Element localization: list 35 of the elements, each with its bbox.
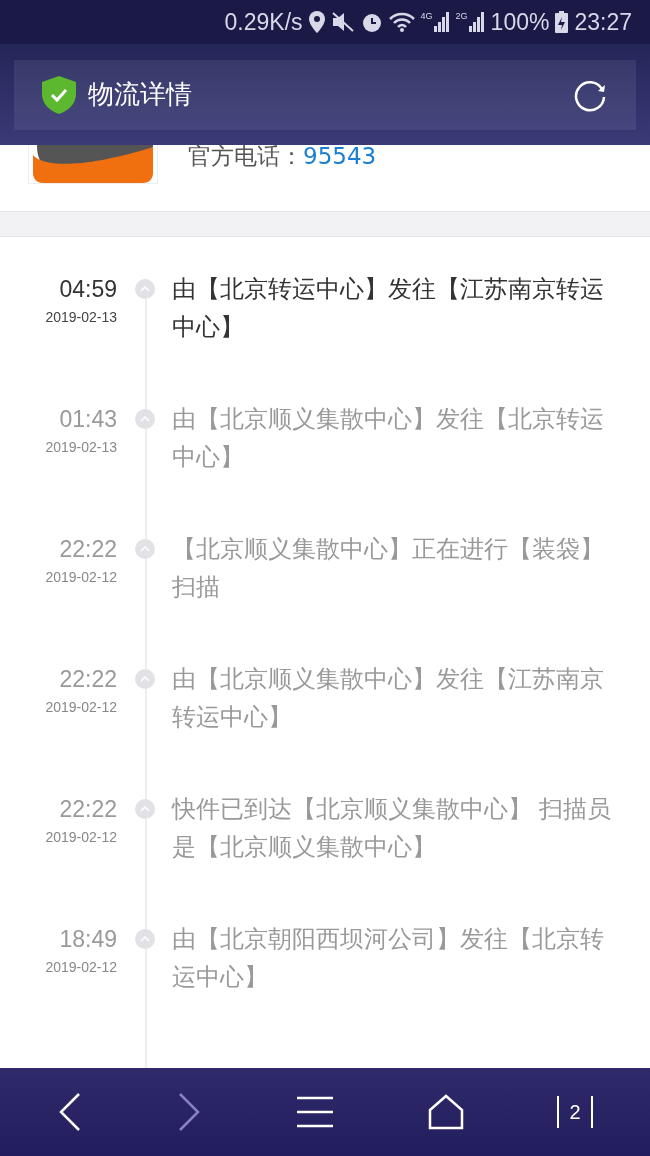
event-date: 2019-02-12 [44,829,117,845]
phone-info: 官方电话：95543 [188,142,377,171]
mute-icon [330,11,355,33]
event-date: 2019-02-13 [44,439,117,455]
signal-icon [433,12,450,32]
network-label: 4G [420,12,433,21]
event-description: 由【北京转运中心】发往【江苏南京转运中心】 [172,274,605,343]
battery-icon [555,11,569,33]
wifi-icon [388,12,415,32]
event-description: 【北京顺义集散中心】正在进行【装袋】扫描 [172,534,605,603]
shield-check-icon [42,75,76,114]
event-time: 22:22 [58,665,117,694]
event-date: 2019-02-12 [44,959,117,975]
alarm-icon [360,11,383,33]
event-time: 22:22 [58,795,117,824]
page-title: 物流详情 [88,78,193,111]
event-description: 由【北京顺义集散中心】发往【江苏南京转运中心】 [172,664,605,733]
phone-link[interactable]: 95543 [303,143,377,169]
event-date: 2019-02-12 [44,699,117,715]
event-date: 2019-02-13 [44,309,117,325]
tabs-button[interactable]: 2 [551,1090,600,1134]
battery-percent: 100% [490,8,550,36]
clock-time: 23:27 [574,8,632,36]
network-speed: 0.29K/s [224,8,303,36]
event-description: 由【北京朝阳西坝河公司】发往【北京转运中心】 [172,924,605,993]
network-label: 2G [455,12,468,21]
event-time: 18:49 [58,925,117,954]
event-description: 快件已到达【北京顺义集散中心】 扫描员是【北京顺义集散中心】 [172,794,612,863]
event-time: 22:22 [58,535,117,564]
event-description: 由【北京顺义集散中心】发往【北京转运中心】 [172,404,605,473]
event-time: 01:43 [58,405,117,434]
signal-icon [468,12,485,32]
location-icon [308,11,325,33]
event-time: 04:59 [58,275,117,304]
event-date: 2019-02-12 [44,569,117,585]
